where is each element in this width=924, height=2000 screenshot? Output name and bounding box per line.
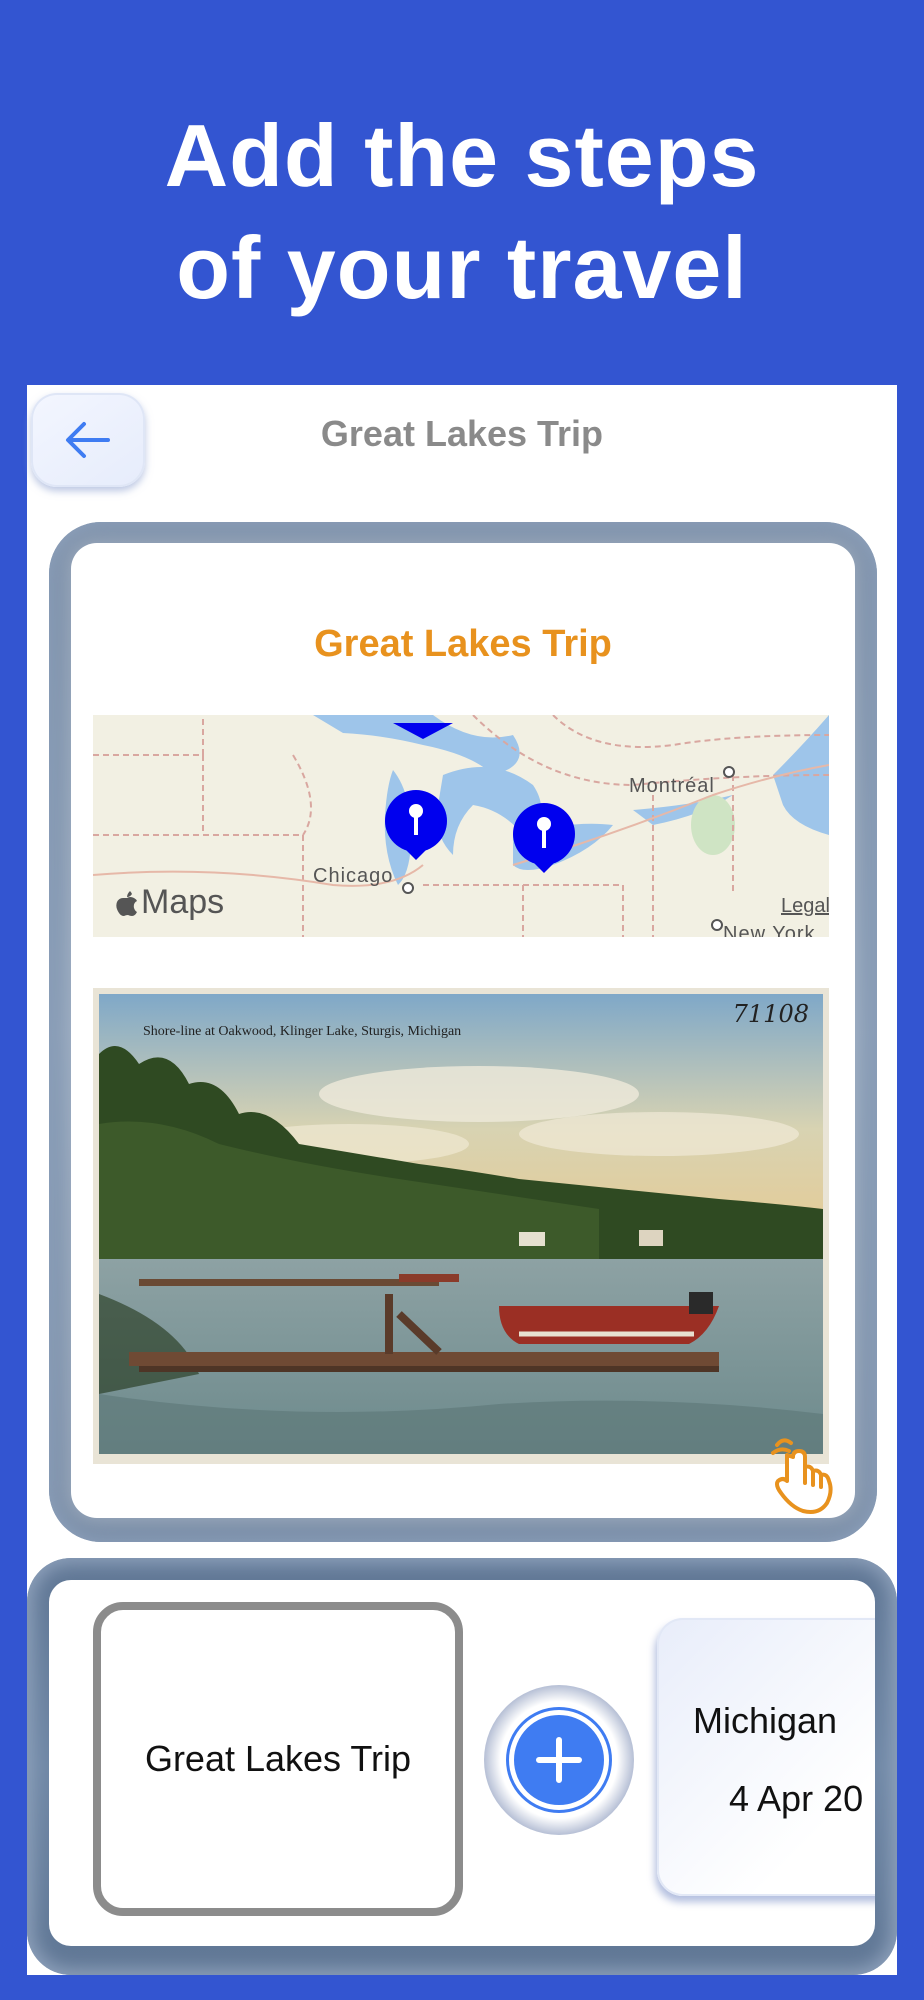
steps-carousel[interactable]: Great Lakes Trip Michigan 4 Apr 20 xyxy=(49,1580,875,1946)
app-screen: Great Lakes Trip Great Lakes Trip Chicag… xyxy=(27,385,897,1975)
step-card-next[interactable]: Michigan 4 Apr 20 xyxy=(657,1618,875,1896)
trip-card-title: Great Lakes Trip xyxy=(314,623,612,665)
headline-line-2: of your travel xyxy=(176,218,748,317)
map-label-new-york: New York xyxy=(723,923,816,937)
hand-tap-icon[interactable] xyxy=(769,1435,835,1517)
add-step-button-inner xyxy=(509,1710,609,1810)
map-label-chicago: Chicago xyxy=(313,865,394,887)
step-card-current[interactable]: Great Lakes Trip xyxy=(93,1602,463,1916)
step-card-next-name: Michigan xyxy=(693,1700,838,1741)
apple-logo-icon xyxy=(116,890,137,916)
postcard-image: Shore-line at Oakwood, Klinger Lake, Stu… xyxy=(99,994,823,1454)
map-legal-link[interactable]: Legal xyxy=(781,895,829,918)
plus-icon xyxy=(536,1737,582,1783)
map-label-montreal: Montréal xyxy=(629,775,715,797)
postcard-number: 71108 xyxy=(732,1000,809,1028)
trip-card: Great Lakes Trip Chicago Montréal New Yo… xyxy=(71,543,855,1518)
trip-map[interactable]: Chicago Montréal New York Maps Legal xyxy=(93,715,829,937)
step-card-next-date: 4 Apr 20 xyxy=(729,1778,864,1819)
maps-brand-label: Maps xyxy=(141,883,225,921)
headline-line-1: Add the steps xyxy=(164,106,760,205)
trip-photo[interactable]: Shore-line at Oakwood, Klinger Lake, Stu… xyxy=(93,988,829,1464)
nav-title: Great Lakes Trip xyxy=(320,413,604,454)
postcard-caption: Shore-line at Oakwood, Klinger Lake, Stu… xyxy=(143,1024,462,1039)
add-step-button[interactable] xyxy=(484,1685,634,1835)
maps-brand: Maps xyxy=(115,883,224,922)
step-card-current-label: Great Lakes Trip xyxy=(144,1738,412,1779)
headline: Add the steps of your travel xyxy=(0,100,924,324)
